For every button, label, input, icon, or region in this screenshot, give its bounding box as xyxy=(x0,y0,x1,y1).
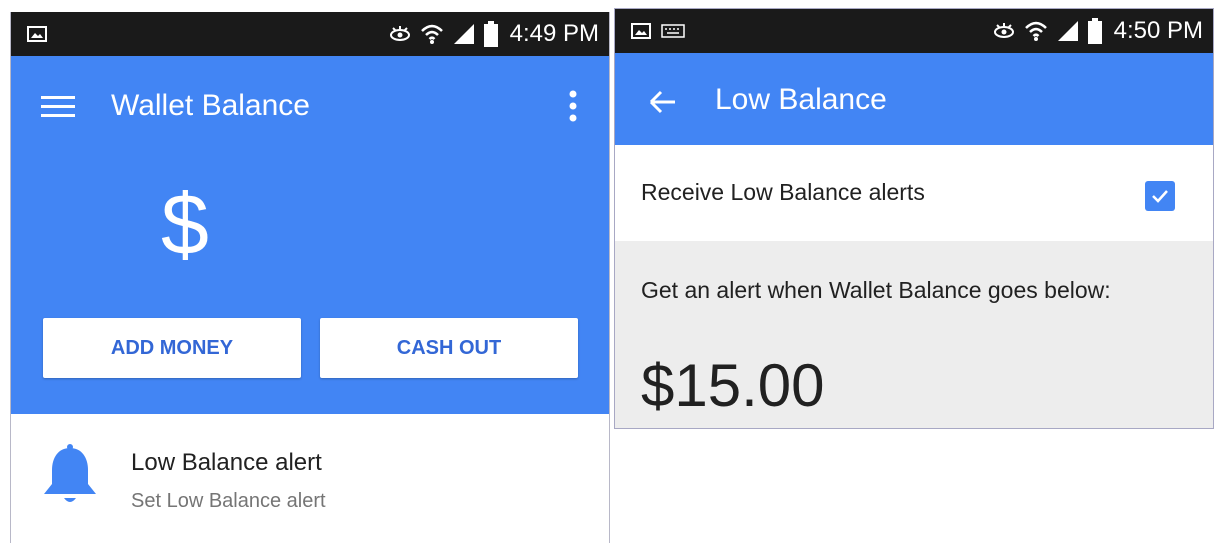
status-bar: 4:49 PM xyxy=(11,12,609,56)
battery-icon xyxy=(483,21,498,47)
signal-icon xyxy=(1057,21,1078,41)
threshold-amount[interactable]: $15.00 xyxy=(641,351,825,420)
list-item-low-balance-alert[interactable]: Low Balance alert Set Low Balance alert xyxy=(11,414,609,543)
bell-icon xyxy=(44,444,96,502)
wallet-balance-screen: 4:49 PM Wallet Balance $ ADD MONEY CASH … xyxy=(10,12,610,543)
image-icon xyxy=(631,23,651,39)
wifi-icon xyxy=(1024,21,1047,41)
menu-icon[interactable] xyxy=(41,96,75,118)
page-title: Wallet Balance xyxy=(111,89,310,122)
more-vert-icon[interactable] xyxy=(569,90,577,122)
receive-alerts-setting[interactable]: Receive Low Balance alerts xyxy=(615,145,1213,241)
list-item-title: Low Balance alert xyxy=(131,449,322,476)
threshold-description: Get an alert when Wallet Balance goes be… xyxy=(641,277,1111,303)
checkmark-icon xyxy=(1152,190,1168,203)
app-bar: Low Balance xyxy=(615,53,1213,145)
page-title: Low Balance xyxy=(715,83,887,116)
arrow-back-icon[interactable] xyxy=(647,87,677,117)
keyboard-icon xyxy=(661,24,685,38)
signal-icon xyxy=(453,24,474,44)
wifi-icon xyxy=(420,24,443,44)
balance-symbol: $ xyxy=(161,177,209,273)
cash-out-button[interactable]: CASH OUT xyxy=(320,318,578,378)
setting-label: Receive Low Balance alerts xyxy=(641,179,925,205)
status-time: 4:49 PM xyxy=(509,20,599,47)
list-item-subtitle: Set Low Balance alert xyxy=(131,490,326,512)
image-icon xyxy=(27,26,47,42)
app-bar: Wallet Balance $ ADD MONEY CASH OUT xyxy=(11,56,609,414)
eye-icon xyxy=(993,23,1014,38)
battery-icon xyxy=(1087,18,1102,44)
status-time: 4:50 PM xyxy=(1113,17,1203,44)
add-money-button[interactable]: ADD MONEY xyxy=(43,318,301,378)
low-balance-screen: 4:50 PM Low Balance Receive Low Balance … xyxy=(614,8,1214,429)
eye-icon xyxy=(389,26,410,41)
status-bar: 4:50 PM xyxy=(615,9,1213,53)
receive-alerts-checkbox[interactable] xyxy=(1145,181,1175,211)
